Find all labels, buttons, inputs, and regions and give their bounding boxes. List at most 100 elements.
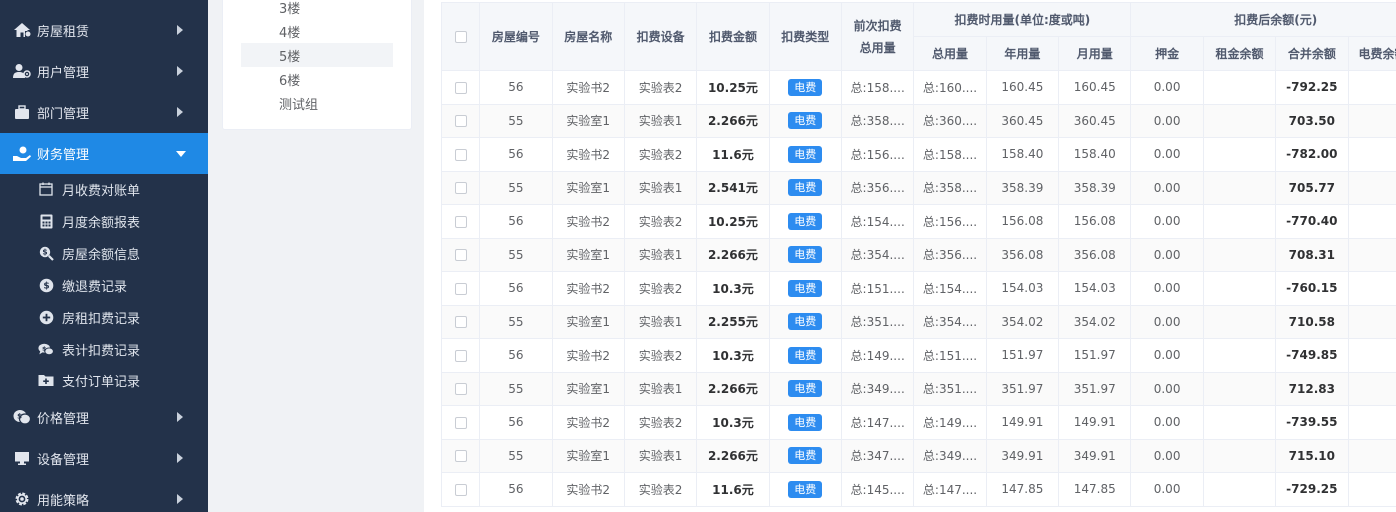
cell-month: 154.03 bbox=[1058, 271, 1132, 306]
cell-type: 电费 bbox=[768, 70, 842, 105]
row-checkbox[interactable] bbox=[454, 483, 467, 496]
sidebar-subitem-payment-refund-records[interactable]: $ 缴退费记录 bbox=[0, 270, 208, 300]
sidebar-subitem-monthly-statement[interactable]: 月收费对账单 bbox=[0, 174, 208, 204]
cell-device: 实验表1 bbox=[623, 237, 698, 272]
cell-elec-balance bbox=[1347, 338, 1396, 373]
cell-room-name: 实验室1 bbox=[551, 170, 625, 205]
cell-month: 156.08 bbox=[1058, 204, 1132, 239]
cell-merged-balance: 715.10 bbox=[1275, 438, 1349, 473]
cell-year: 354.02 bbox=[985, 304, 1060, 339]
row-checkbox[interactable] bbox=[454, 416, 467, 429]
tree-node[interactable]: 4楼 bbox=[241, 19, 393, 43]
select-all-checkbox[interactable] bbox=[454, 31, 467, 43]
cell-select bbox=[440, 472, 481, 507]
cell-total: 总:351.... bbox=[913, 371, 987, 406]
deduction-type-badge: 电费 bbox=[788, 112, 823, 130]
cell-amount: 2.266元 bbox=[696, 237, 770, 272]
row-checkbox[interactable] bbox=[454, 349, 467, 362]
row-checkbox[interactable] bbox=[454, 215, 467, 228]
row-checkbox[interactable] bbox=[454, 115, 467, 128]
sidebar-subitem-label: 房租扣费记录 bbox=[62, 311, 141, 327]
row-checkbox[interactable] bbox=[454, 148, 467, 161]
table-row[interactable]: 56 实验书2 实验表2 11.6元 电费 总:156.... 总:158.... 158.4… bbox=[440, 137, 1396, 172]
sidebar-subitem-payment-order-records[interactable]: 支付订单记录 bbox=[0, 365, 208, 395]
sidebar-item-energy-strategy[interactable]: 用能策略 bbox=[0, 479, 208, 512]
table-row[interactable]: 55 实验室1 实验表1 2.266元 电费 总:358.... 总:360.... 360.… bbox=[440, 103, 1396, 138]
table-row[interactable]: 56 实验书2 实验表2 10.25元 电费 总:158.... 总:160.... 160.… bbox=[440, 70, 1396, 105]
table-body: 56 实验书2 实验表2 10.25元 电费 总:158.... 总:160.... 160.… bbox=[440, 70, 1396, 507]
sidebar-item-device-management[interactable]: 设备管理 bbox=[0, 438, 208, 478]
tree-node-selected[interactable]: 5楼 bbox=[241, 43, 393, 67]
sidebar-subitem-house-balance-info[interactable]: $ 房屋余额信息 bbox=[0, 238, 208, 268]
folder-plus-icon bbox=[38, 372, 54, 388]
cell-amount: 10.3元 bbox=[696, 405, 770, 440]
row-checkbox[interactable] bbox=[454, 282, 467, 295]
cell-merged-balance: -770.40 bbox=[1275, 204, 1349, 239]
cell-device: 实验表2 bbox=[623, 472, 698, 507]
table-row[interactable]: 55 实验室1 实验表1 2.255元 电费 总:351.... 总:354.... 354.… bbox=[440, 304, 1396, 339]
sidebar-subitem-meter-deduction-records[interactable]: $ 表计扣费记录 bbox=[0, 334, 208, 364]
table-row[interactable]: 55 实验室1 实验表1 2.266元 电费 总:354.... 总:356.... 356.… bbox=[440, 237, 1396, 272]
deduction-type-badge: 电费 bbox=[788, 179, 823, 197]
cell-device: 实验表1 bbox=[623, 170, 698, 205]
tree-node[interactable]: 6楼 bbox=[241, 67, 393, 91]
cell-total: 总:356.... bbox=[913, 237, 987, 272]
sidebar-item-price-management[interactable]: $ 价格管理 bbox=[0, 397, 208, 437]
cell-room-no: 55 bbox=[479, 170, 553, 205]
row-checkbox[interactable] bbox=[454, 383, 467, 396]
cell-type: 电费 bbox=[768, 338, 842, 373]
cell-total: 总:360.... bbox=[913, 103, 987, 138]
cell-room-no: 56 bbox=[479, 472, 553, 507]
cell-elec-balance bbox=[1347, 405, 1396, 440]
tree-node[interactable]: 测试组 bbox=[241, 91, 393, 115]
row-checkbox[interactable] bbox=[454, 249, 467, 262]
sidebar-item-label: 财务管理 bbox=[37, 148, 90, 163]
cell-total: 总:358.... bbox=[913, 170, 987, 205]
monitor-icon bbox=[12, 448, 32, 468]
row-checkbox[interactable] bbox=[454, 316, 467, 329]
search-dollar-icon: $ bbox=[38, 245, 54, 261]
cell-type: 电费 bbox=[768, 137, 842, 172]
cell-rent-balance bbox=[1202, 338, 1277, 373]
table-row[interactable]: 55 实验室1 实验表1 2.266元 电费 总:349.... 总:351.... 351.… bbox=[440, 371, 1396, 406]
table-row[interactable]: 56 实验书2 实验表2 11.6元 电费 总:145.... 总:147.... 147.8… bbox=[440, 472, 1396, 507]
sidebar-item-department-management[interactable]: 部门管理 bbox=[0, 92, 208, 132]
cell-prev-total: 总:354.... bbox=[840, 237, 915, 272]
tree-node[interactable]: 3楼 bbox=[241, 0, 393, 19]
cell-elec-balance bbox=[1347, 170, 1396, 205]
sidebar-subitem-rent-deduction-records[interactable]: 房租扣费记录 bbox=[0, 302, 208, 332]
cell-elec-balance bbox=[1347, 103, 1396, 138]
sidebar-item-user-management[interactable]: 用户管理 bbox=[0, 51, 208, 91]
cell-year: 360.45 bbox=[985, 103, 1060, 138]
sidebar-item-label: 设备管理 bbox=[37, 452, 90, 468]
cell-year: 349.91 bbox=[985, 438, 1060, 473]
table-row[interactable]: 56 实验书2 实验表2 10.3元 电费 总:151.... 总:154.... 154.0… bbox=[440, 271, 1396, 306]
row-checkbox[interactable] bbox=[454, 182, 467, 195]
col-header-room-name: 房屋名称 bbox=[551, 2, 625, 71]
sidebar-item-finance-management[interactable]: 财务管理 bbox=[0, 133, 208, 174]
row-checkbox[interactable] bbox=[454, 450, 467, 463]
table-row[interactable]: 56 实验书2 实验表2 10.3元 电费 总:147.... 总:149.... 149.9… bbox=[440, 405, 1396, 440]
cell-deposit: 0.00 bbox=[1130, 204, 1204, 239]
sidebar-item-house-rental[interactable]: 房屋租赁 bbox=[0, 10, 208, 50]
sidebar-item-label: 用户管理 bbox=[37, 65, 90, 81]
sidebar-subitem-label: 月收费对账单 bbox=[62, 183, 141, 199]
table-row[interactable]: 56 实验书2 实验表2 10.25元 电费 总:154.... 总:156.... 156.… bbox=[440, 204, 1396, 239]
cell-room-name: 实验书2 bbox=[551, 137, 625, 172]
cell-type: 电费 bbox=[768, 405, 842, 440]
table-row[interactable]: 55 实验室1 实验表1 2.541元 电费 总:356.... 总:358.... 358.… bbox=[440, 170, 1396, 205]
cell-type: 电费 bbox=[768, 237, 842, 272]
cell-rent-balance bbox=[1202, 405, 1277, 440]
cell-merged-balance: 703.50 bbox=[1275, 103, 1349, 138]
cell-rent-balance bbox=[1202, 137, 1277, 172]
sidebar-subitem-monthly-balance-report[interactable]: 月度余额报表 bbox=[0, 206, 208, 236]
cell-deposit: 0.00 bbox=[1130, 137, 1204, 172]
cell-total: 总:151.... bbox=[913, 338, 987, 373]
cell-rent-balance bbox=[1202, 472, 1277, 507]
cell-room-no: 55 bbox=[479, 237, 553, 272]
table-row[interactable]: 55 实验室1 实验表1 2.266元 电费 总:347.... 总:349.... 349.… bbox=[440, 438, 1396, 473]
cell-total: 总:158.... bbox=[913, 137, 987, 172]
table-row[interactable]: 56 实验书2 实验表2 10.3元 电费 总:149.... 总:151.... 151.9… bbox=[440, 338, 1396, 373]
svg-text:$: $ bbox=[42, 247, 47, 256]
row-checkbox[interactable] bbox=[454, 81, 467, 94]
